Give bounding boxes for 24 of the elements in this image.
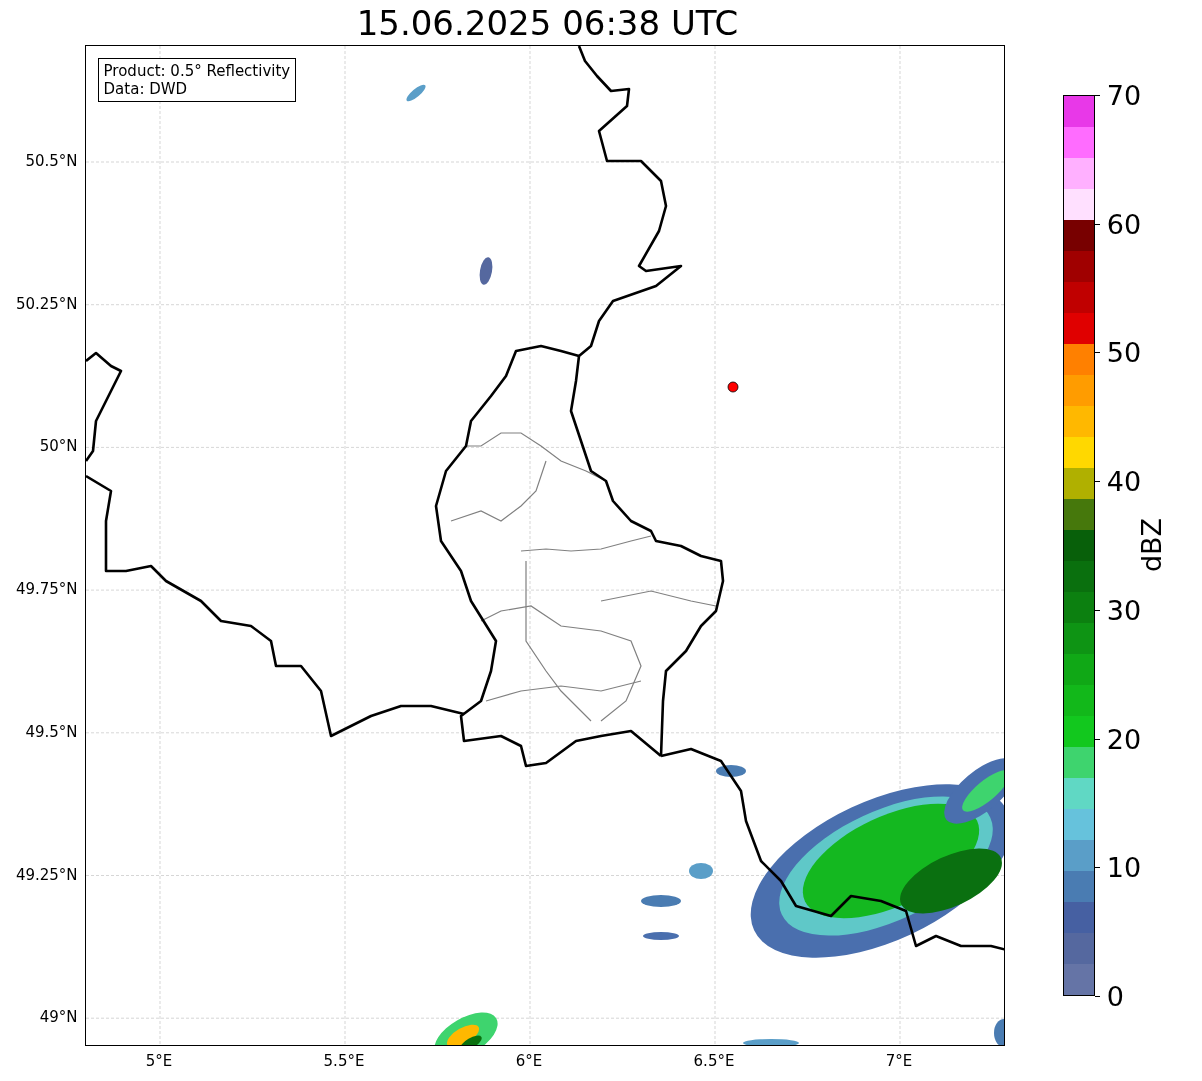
colorbar-tick-label: 60 (1106, 210, 1142, 238)
latitude-label: 49.75°N (15, 580, 78, 599)
colorbar-tick-label: 0 (1106, 982, 1124, 1010)
latitude-label: 49.5°N (25, 722, 78, 741)
colorbar-tick-label: 40 (1106, 467, 1142, 495)
latitude-label: 50.25°N (15, 294, 78, 313)
longitude-label: 6°E (515, 1052, 543, 1070)
colorbar-label: dBZ (1135, 517, 1167, 573)
info-text: Data: DWD (103, 80, 189, 98)
chart-title: 15.06.2025 06:38 UTC (356, 5, 739, 40)
latitude-label: 49°N (39, 1008, 78, 1027)
info-text: Product: 0.5° Reflectivity (103, 62, 291, 80)
colorbar-tick-label: 10 (1106, 853, 1142, 881)
longitude-label: 6.5°E (693, 1052, 735, 1070)
colorbar-tick-label: 20 (1106, 725, 1142, 753)
longitude-label: 7°E (885, 1052, 913, 1070)
latitude-label: 50.5°N (25, 152, 78, 170)
colorbar-tick-label: 70 (1106, 81, 1142, 109)
colorbar-tick-label: 50 (1106, 338, 1142, 366)
longitude-label: 5°E (145, 1052, 173, 1070)
colorbar-tick-label: 30 (1106, 596, 1142, 624)
longitude-label: 5.5°E (323, 1052, 365, 1070)
latitude-label: 50°N (39, 437, 78, 456)
latitude-label: 49.25°N (15, 865, 78, 884)
